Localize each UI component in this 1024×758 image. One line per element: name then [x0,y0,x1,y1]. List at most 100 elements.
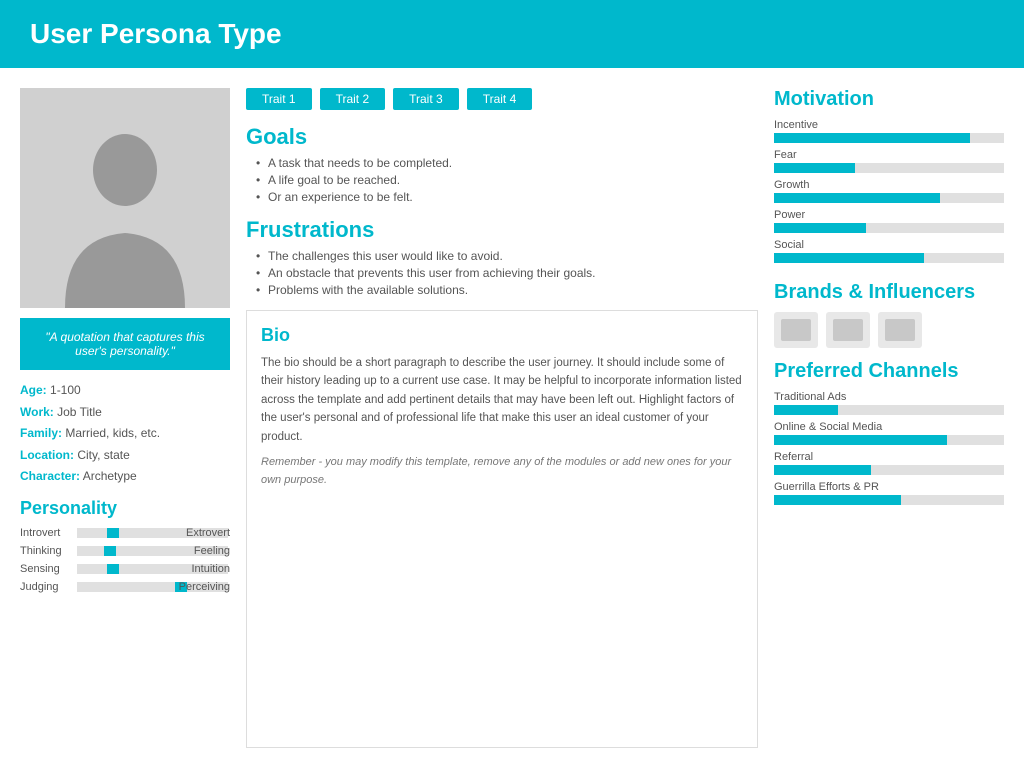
motivation-bar-track [774,163,1004,173]
frustrations-section: Frustrations The challenges this user wo… [246,217,758,300]
motivation-bar-row: Growth [774,179,1004,203]
trait-bar-marker [104,546,116,556]
bio-box: Bio The bio should be a short paragraph … [246,310,758,748]
brand-icons [774,312,1004,348]
personality-section: Personality Introvert Extrovert Thinking… [20,498,230,599]
personality-trait-row: Thinking Feeling [20,545,230,557]
motivation-bar-fill [774,133,970,143]
channel-bar-label: Online & Social Media [774,421,1004,433]
frustrations-list: The challenges this user would like to a… [246,249,758,297]
brand-icon-2 [826,312,870,348]
trait-left-label: Judging [20,581,75,593]
motivation-bar-label: Power [774,209,1004,221]
personality-trait-row: Judging Perceiving [20,581,230,593]
trait-right-label: Intuition [170,563,230,575]
motivation-bar-label: Social [774,239,1004,251]
channel-bar-track [774,405,1004,415]
channel-bar-row: Guerrilla Efforts & PR [774,481,1004,505]
quote-box: "A quotation that captures this user's p… [20,318,230,370]
goals-title: Goals [246,124,758,150]
motivation-bar-label: Growth [774,179,1004,191]
trait-right-label: Perceiving [170,581,230,593]
channel-bar-row: Referral [774,451,1004,475]
trait-bar-marker [107,528,119,538]
channel-bar-fill [774,495,901,505]
channel-bar-label: Traditional Ads [774,391,1004,403]
goal-item: A life goal to be reached. [256,173,758,187]
goal-item: A task that needs to be completed. [256,156,758,170]
trait-tag: Trait 2 [320,88,386,110]
goals-list: A task that needs to be completed. A life… [246,156,758,204]
age-detail: Age: 1-100 [20,380,230,402]
brands-title: Brands & Influencers [774,281,1004,304]
channel-bar-track [774,465,1004,475]
character-detail: Character: Archetype [20,466,230,488]
main-content: "A quotation that captures this user's p… [0,68,1024,758]
frustrations-title: Frustrations [246,217,758,243]
motivation-bars: Incentive Fear Growth Power Social [774,119,1004,263]
channel-bar-fill [774,405,838,415]
brand-icon-3 [878,312,922,348]
motivation-section: Motivation Incentive Fear Growth Power S… [774,88,1004,269]
motivation-bar-row: Incentive [774,119,1004,143]
motivation-bar-label: Incentive [774,119,1004,131]
trait-left-label: Introvert [20,527,75,539]
personality-title: Personality [20,498,230,519]
frustration-item: An obstacle that prevents this user from… [256,266,758,280]
trait-right-label: Extrovert [170,527,230,539]
trait-tag: Trait 1 [246,88,312,110]
right-column: Motivation Incentive Fear Growth Power S… [774,88,1004,748]
channel-bar-fill [774,465,871,475]
motivation-bar-row: Fear [774,149,1004,173]
personality-trait-row: Sensing Intuition [20,563,230,575]
bio-details: Age: 1-100 Work: Job Title Family: Marri… [20,380,230,488]
motivation-bar-track [774,193,1004,203]
motivation-bar-fill [774,163,855,173]
bio-title: Bio [261,325,743,346]
trait-tag: Trait 3 [393,88,459,110]
motivation-bar-row: Power [774,209,1004,233]
middle-column: Trait 1 Trait 2 Trait 3 Trait 4 Goals A tas… [246,88,758,748]
channel-bar-row: Online & Social Media [774,421,1004,445]
trait-tags-row: Trait 1 Trait 2 Trait 3 Trait 4 [246,88,758,110]
trait-tag: Trait 4 [467,88,533,110]
motivation-title: Motivation [774,88,1004,111]
bio-note: Remember - you may modify this template,… [261,454,743,489]
trait-bar-marker [107,564,119,574]
page: User Persona Type "A quotation that capt… [0,0,1024,758]
work-detail: Work: Job Title [20,402,230,424]
motivation-bar-track [774,223,1004,233]
channels-title: Preferred Channels [774,360,1004,383]
channels-section: Preferred Channels Traditional Ads Onlin… [774,360,1004,511]
channel-bars: Traditional Ads Online & Social Media Re… [774,391,1004,505]
motivation-bar-row: Social [774,239,1004,263]
brands-section: Brands & Influencers [774,281,1004,348]
page-title: User Persona Type [30,18,994,50]
goals-section: Goals A task that needs to be completed.… [246,124,758,207]
motivation-bar-track [774,133,1004,143]
channel-bar-label: Referral [774,451,1004,463]
channel-bar-label: Guerrilla Efforts & PR [774,481,1004,493]
location-detail: Location: City, state [20,445,230,467]
bio-body: The bio should be a short paragraph to d… [261,354,743,446]
channel-bar-track [774,435,1004,445]
frustration-item: The challenges this user would like to a… [256,249,758,263]
brand-icon-1 [774,312,818,348]
trait-left-label: Thinking [20,545,75,557]
avatar [20,88,230,308]
quote-text: "A quotation that captures this user's p… [45,330,204,358]
motivation-bar-fill [774,253,924,263]
header: User Persona Type [0,0,1024,68]
channel-bar-fill [774,435,947,445]
trait-right-label: Feeling [170,545,230,557]
motivation-bar-fill [774,223,866,233]
motivation-bar-track [774,253,1004,263]
personality-bars: Introvert Extrovert Thinking Feeling Sen… [20,527,230,593]
personality-trait-row: Introvert Extrovert [20,527,230,539]
motivation-bar-fill [774,193,940,203]
left-column: "A quotation that captures this user's p… [20,88,230,748]
frustration-item: Problems with the available solutions. [256,283,758,297]
channel-bar-track [774,495,1004,505]
trait-left-label: Sensing [20,563,75,575]
family-detail: Family: Married, kids, etc. [20,423,230,445]
